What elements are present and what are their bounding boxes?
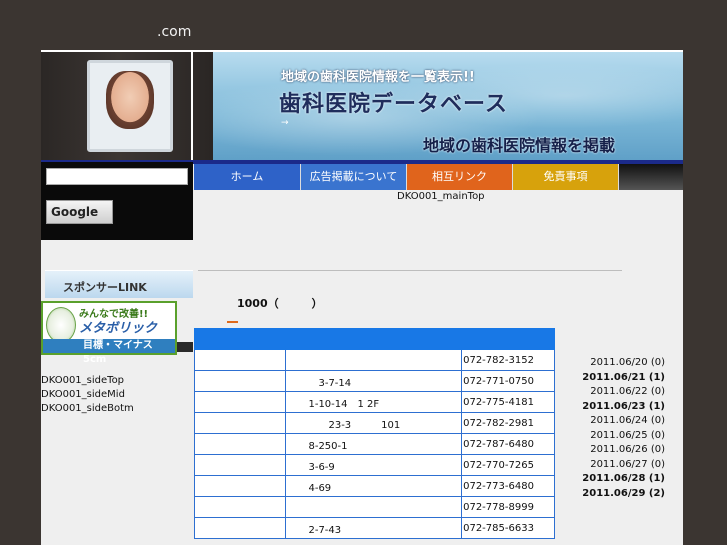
nav-mutual-links[interactable]: 相互リンク: [407, 164, 513, 190]
banner-subtitle: 地域の歯科医院情報を掲載: [423, 136, 616, 155]
clinic-count: 1000（ ）: [237, 297, 323, 310]
table-row[interactable]: 1-10-14 1 2F 072-775-4181: [193, 391, 555, 413]
archive-item[interactable]: 2011.06/22 (0): [579, 385, 669, 400]
nav-advertising[interactable]: 広告掲載について: [301, 164, 407, 190]
nav-extra[interactable]: [619, 164, 683, 190]
clinic-name-cell[interactable]: [193, 475, 287, 497]
table-header-cell: [461, 328, 555, 350]
banner-photo: [41, 52, 213, 162]
table-row[interactable]: 8-250-1 072-787-6480: [193, 433, 555, 455]
clinic-name-cell[interactable]: [193, 370, 287, 392]
address-cell: 23-3 101: [285, 412, 463, 434]
table-header-cell: [285, 328, 463, 350]
phone-cell: 072-773-6480: [461, 475, 555, 497]
search-input[interactable]: [46, 168, 188, 185]
address-cell: 8-250-1: [285, 433, 463, 455]
clinic-name-cell[interactable]: [193, 391, 287, 413]
address-cell: 4-69: [285, 475, 463, 497]
address-cell: 2-7-43: [285, 517, 463, 539]
main-divider: [198, 270, 622, 271]
sponsor-heading: スポンサーLINK: [45, 270, 193, 298]
woman-image: [106, 71, 154, 129]
table-row[interactable]: 4-69 072-773-6480: [193, 475, 555, 497]
nav-disclaimer[interactable]: 免責事項: [513, 164, 619, 190]
archive-item[interactable]: 2011.06/29 (2): [579, 487, 669, 502]
ad-main-text: メタボリック: [79, 321, 158, 336]
site-title: 歯科医院データベース: [279, 92, 508, 117]
address-cell: 3-7-14: [285, 370, 463, 392]
table-row[interactable]: 072-778-8999: [193, 496, 555, 518]
address-cell: [285, 349, 463, 371]
clinic-name-cell[interactable]: [193, 433, 287, 455]
sponsor-banner-ad[interactable]: みんなで改善!! メタボリック 目標・マイナス5cm: [41, 301, 177, 365]
arrow-icon: →: [281, 118, 289, 128]
clinic-name-cell[interactable]: [193, 349, 287, 371]
phone-cell: 072-785-6633: [461, 517, 555, 539]
site-domain[interactable]: .com: [157, 24, 191, 40]
ad-bar-text: 目標・マイナス5cm: [43, 339, 175, 365]
clinic-name-cell[interactable]: [193, 454, 287, 476]
archive-item[interactable]: 2011.06/20 (0): [579, 356, 669, 371]
archive-list: 2011.06/20 (0) 2011.06/21 (1) 2011.06/22 (…: [579, 356, 669, 501]
clinic-name-cell[interactable]: [193, 496, 287, 518]
archive-item[interactable]: 2011.06/23 (1): [579, 400, 669, 415]
archive-item[interactable]: 2011.06/26 (0): [579, 443, 669, 458]
table-row[interactable]: 3-6-9 072-770-7265: [193, 454, 555, 476]
table-row[interactable]: 2-7-43 072-785-6633: [193, 517, 555, 539]
phone-cell: 072-778-8999: [461, 496, 555, 518]
clinic-table: 072-782-3152 3-7-14 072-771-0750 1-10-14 …: [193, 328, 555, 539]
search-box: Google: [41, 162, 193, 352]
banner-divider: [191, 52, 193, 162]
table-row[interactable]: 23-3 101 072-782-2981: [193, 412, 555, 434]
address-cell: 1-10-14 1 2F: [285, 391, 463, 413]
archive-item[interactable]: 2011.06/28 (1): [579, 472, 669, 487]
google-search-button[interactable]: Google: [46, 200, 113, 224]
archive-item[interactable]: 2011.06/25 (0): [579, 429, 669, 444]
phone-cell: 072-782-2981: [461, 412, 555, 434]
archive-item[interactable]: 2011.06/21 (1): [579, 371, 669, 386]
header-banner[interactable]: 地域の歯科医院情報を一覧表示!! 歯科医院データベース → 地域の歯科医院情報を…: [41, 50, 683, 162]
phone-cell: 072-775-4181: [461, 391, 555, 413]
page-container: 地域の歯科医院情報を一覧表示!! 歯科医院データベース → 地域の歯科医院情報を…: [41, 50, 683, 545]
address-cell: 3-6-9: [285, 454, 463, 476]
side-top-label: DKO001_sideTop: [41, 375, 125, 386]
main-top-ad-label: DKO001_mainTop: [397, 191, 485, 202]
address-cell: [285, 496, 463, 518]
side-mid-label: DKO001_sideMid: [41, 389, 125, 400]
archive-item[interactable]: 2011.06/27 (0): [579, 458, 669, 473]
archive-item[interactable]: 2011.06/24 (0): [579, 414, 669, 429]
main-nav: ホーム 広告掲載について 相互リンク 免責事項: [194, 164, 683, 190]
table-row[interactable]: 3-7-14 072-771-0750: [193, 370, 555, 392]
phone-cell: 072-787-6480: [461, 433, 555, 455]
clinic-name-cell[interactable]: [193, 412, 287, 434]
table-header-cell: [193, 328, 287, 350]
nav-home[interactable]: ホーム: [194, 164, 301, 190]
banner-tagline: 地域の歯科医院情報を一覧表示!!: [281, 70, 475, 85]
clinic-name-cell[interactable]: [193, 517, 287, 539]
laptop-image: [87, 60, 173, 152]
phone-cell: 072-782-3152: [461, 349, 555, 371]
orange-marker: [227, 321, 238, 323]
table-row[interactable]: 072-782-3152: [193, 349, 555, 371]
table-header-row: [193, 328, 555, 350]
side-bottom-label: DKO001_sideBotm: [41, 403, 134, 414]
mascot-icon: [46, 307, 76, 343]
phone-cell: 072-771-0750: [461, 370, 555, 392]
phone-cell: 072-770-7265: [461, 454, 555, 476]
